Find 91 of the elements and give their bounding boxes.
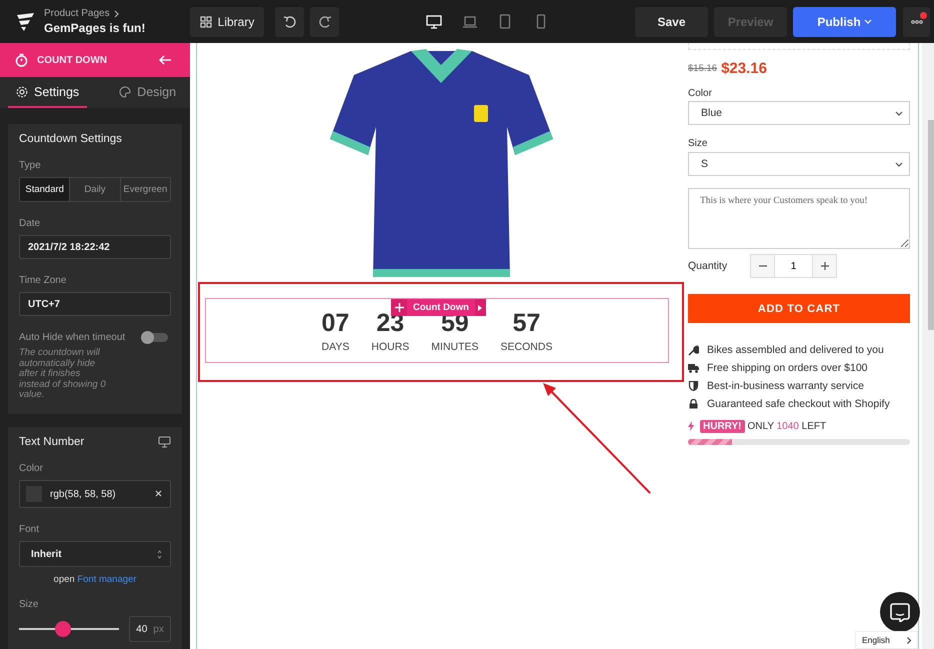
truck-icon <box>688 364 699 372</box>
plus-icon <box>820 262 828 270</box>
updown-icon <box>157 550 162 558</box>
redo-button[interactable] <box>310 6 339 36</box>
expand-button[interactable] <box>474 299 486 316</box>
field-label: Type <box>19 160 42 171</box>
size-field[interactable]: 40 px <box>129 616 171 642</box>
palette-icon <box>119 86 132 98</box>
countdown-unit: DAYS <box>322 341 350 353</box>
feature-text: Free shipping on orders over $100 <box>707 362 868 374</box>
dots-icon <box>910 20 922 24</box>
note-field[interactable]: This is where your Customers speak to you! <box>688 188 910 249</box>
page-title: GemPages is fun! <box>44 21 146 35</box>
font-select[interactable]: Inherit <box>19 541 171 567</box>
chat-button[interactable] <box>880 592 920 632</box>
wrench-icon <box>688 344 699 356</box>
lightning-icon <box>688 421 694 431</box>
chat-icon <box>890 602 910 622</box>
field-label: Auto Hide when timeout <box>19 332 126 343</box>
add-to-cart-button[interactable]: ADD TO CART <box>688 294 910 323</box>
minus-icon <box>758 265 766 267</box>
help-text: The countdown will automatically hide after it finishes instead of showing 0 value. <box>19 348 107 400</box>
countdown-value: 57 <box>512 310 540 336</box>
field-label: Size <box>19 599 40 610</box>
chevron-right-icon <box>114 10 119 18</box>
stock-text: ONLY 1040 LEFT <box>748 420 826 432</box>
countdown-unit: HOURS <box>371 341 410 353</box>
font-manager-link[interactable]: Font manager <box>77 574 136 585</box>
panel-tab[interactable]: Settings <box>8 77 88 108</box>
feature-text: Guaranteed safe checkout with Shopify <box>707 398 890 410</box>
publish-button[interactable]: Publish <box>793 6 896 36</box>
language-selector[interactable]: English <box>855 631 918 649</box>
panel-title: COUNT DOWN <box>37 54 108 66</box>
save-button[interactable]: Save <box>635 6 708 36</box>
type-option[interactable]: Standard <box>20 178 70 201</box>
slider-thumb[interactable] <box>55 621 72 637</box>
back-button[interactable] <box>158 55 172 65</box>
color-field[interactable]: rgb(58, 58, 58) <box>19 480 171 508</box>
library-button[interactable]: Library <box>190 6 264 36</box>
arrow-left-icon <box>158 55 172 65</box>
tablet-icon <box>499 14 511 29</box>
countdown-unit: MINUTES <box>431 341 479 353</box>
type-option[interactable]: Evergreen <box>120 178 170 201</box>
panel-tab[interactable]: Design <box>111 77 184 108</box>
undo-icon <box>282 14 296 28</box>
option-label: Color <box>688 87 713 100</box>
hurry-badge: HURRY! <box>700 420 745 432</box>
close-icon <box>155 490 162 497</box>
option-select[interactable]: Blue <box>688 101 910 125</box>
option-select[interactable]: S <box>688 152 910 176</box>
chevron-down-icon <box>895 162 903 166</box>
monitor-icon <box>426 14 442 28</box>
grid-icon <box>200 16 212 28</box>
undo-button[interactable] <box>275 6 304 36</box>
feature-text: Best-in-business warranty service <box>707 380 864 392</box>
section-title: Text Number <box>19 436 84 448</box>
quantity-field[interactable]: 1 <box>775 254 812 278</box>
redo-icon <box>318 14 332 28</box>
field-label: Font <box>19 524 40 535</box>
laptop-icon <box>462 16 478 28</box>
phone-icon <box>536 14 546 29</box>
section-title: Countdown Settings <box>19 133 122 145</box>
countdown-value: 07 <box>322 310 350 336</box>
timezone-field[interactable]: UTC+7 <box>19 292 171 316</box>
option-label: Size <box>688 137 708 150</box>
increase-button[interactable] <box>812 254 837 278</box>
shield-icon <box>688 381 699 391</box>
chevron-down-icon <box>864 19 872 24</box>
price: $23.16 <box>721 60 767 76</box>
lock-icon <box>688 399 699 409</box>
countdown-unit: SECONDS <box>500 341 552 353</box>
breadcrumb-link[interactable]: Product Pages <box>44 8 110 19</box>
gear-icon <box>16 86 28 98</box>
field-label: Time Zone <box>19 275 68 286</box>
stopwatch-icon <box>15 53 28 67</box>
field-label: Color <box>19 463 44 474</box>
caret-right-icon <box>478 304 482 310</box>
monitor-icon <box>158 436 171 448</box>
feature-text: Bikes assembled and delivered to you <box>707 344 884 356</box>
font-manager-text: open Font manager <box>52 574 138 585</box>
old-price: $15.16 <box>688 62 718 74</box>
element-label: Count Down <box>412 302 470 313</box>
field-label: Date <box>19 218 42 229</box>
quantity-label: Quantity <box>688 260 728 272</box>
move-icon <box>394 303 404 312</box>
more-button[interactable] <box>903 6 930 36</box>
logo-icon <box>15 12 35 32</box>
chevron-down-icon <box>895 110 903 116</box>
date-field[interactable]: 2021/7/2 18:22:42 <box>19 235 171 259</box>
toggle-switch[interactable] <box>142 333 168 342</box>
chevron-right-icon <box>907 636 911 644</box>
